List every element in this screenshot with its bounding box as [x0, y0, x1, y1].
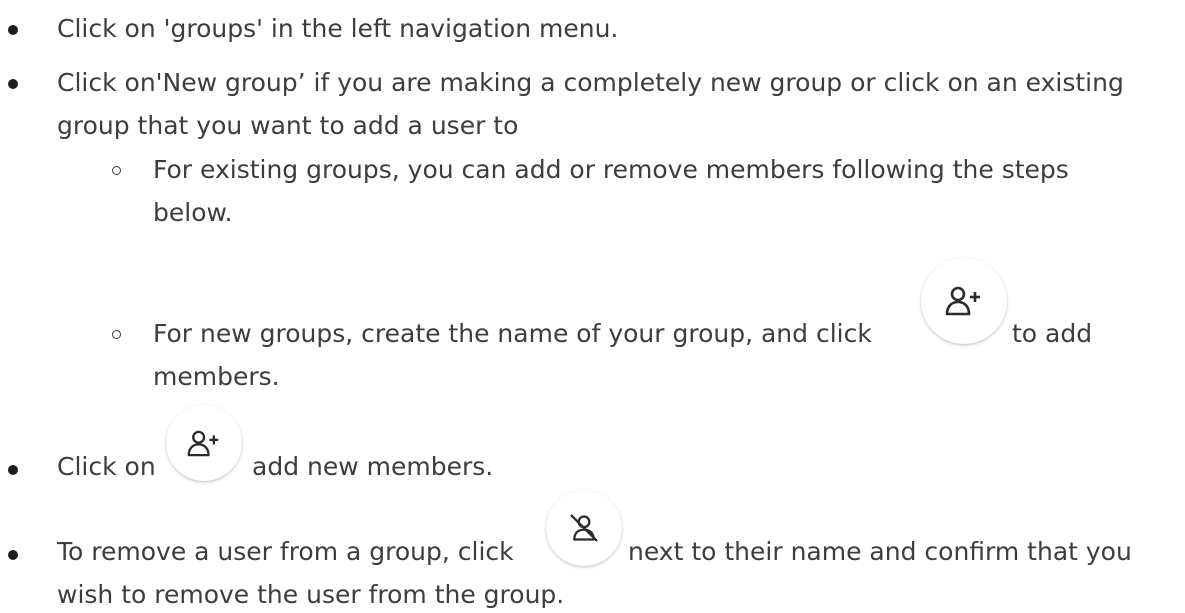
remove-user-icon: [546, 490, 622, 566]
sub-bullet: [112, 166, 121, 175]
step-3-text-before-icon: Click on: [57, 452, 156, 481]
substep-2-text-after-icon: to add: [1012, 319, 1093, 348]
substep-2-text-line-2: members.: [153, 362, 280, 391]
step-4-text-line-2: wish to remove the user from the group.: [57, 580, 565, 609]
sub-bullet: [112, 330, 121, 339]
add-user-icon: [166, 405, 242, 481]
step-1-text: Click on 'groups' in the left navigation…: [57, 14, 619, 43]
bullet: [8, 550, 18, 560]
bullet: [8, 79, 18, 89]
step-4-text-after-icon: next to their name and confirm that you: [628, 537, 1132, 566]
step-2-text-line-1: Click on'New group’ if you are making a …: [57, 68, 1124, 97]
step-2-text-line-2: group that you want to add a user to: [57, 111, 519, 140]
substep-2-text-before-icon: For new groups, create the name of your …: [153, 319, 872, 348]
step-4-text-before-icon: To remove a user from a group, click: [57, 537, 514, 566]
substep-1-text-line-1: For existing groups, you can add or remo…: [153, 155, 1069, 184]
bullet: [8, 465, 18, 475]
substep-1-text-line-2: below.: [153, 198, 233, 227]
add-user-icon: [921, 258, 1007, 344]
bullet: [8, 25, 18, 35]
step-3-text-after-icon: add new members.: [252, 452, 494, 481]
